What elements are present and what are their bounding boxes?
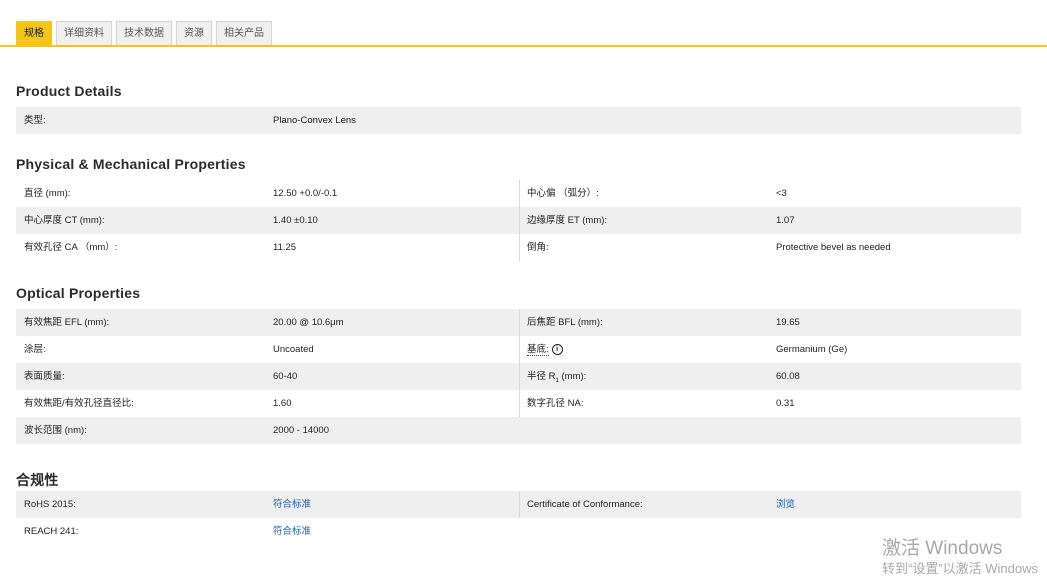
spec-label: 涂层: bbox=[24, 344, 46, 355]
table-row: 波长范围 (nm): 2000 - 14000 bbox=[16, 417, 1021, 444]
column-divider bbox=[519, 390, 520, 417]
spec-value: Plano-Convex Lens bbox=[273, 115, 356, 126]
spec-label: REACH 241: bbox=[24, 526, 79, 537]
windows-activation-watermark: 激活 Windows bbox=[882, 538, 1003, 559]
substrate-label-wrap: 基底: i bbox=[527, 336, 563, 363]
spec-label: 边缘厚度 ET (mm): bbox=[527, 215, 608, 226]
spec-label: 直径 (mm): bbox=[24, 188, 71, 199]
table-row: 中心厚度 CT (mm): 1.40 ±0.10 边缘厚度 ET (mm): 1… bbox=[16, 207, 1021, 234]
spec-label: 后焦距 BFL (mm): bbox=[527, 317, 603, 328]
spec-label: 有效焦距/有效孔径直径比: bbox=[24, 398, 134, 409]
rohs-compliant-link[interactable]: 符合标准 bbox=[273, 491, 311, 518]
column-divider bbox=[519, 234, 520, 261]
spec-value: 12.50 +0.0/-0.1 bbox=[273, 188, 338, 199]
tab-specs[interactable]: 规格 bbox=[16, 21, 52, 45]
spec-label: RoHS 2015: bbox=[24, 499, 76, 510]
tab-resources[interactable]: 资源 bbox=[176, 21, 212, 45]
table-row: 有效焦距 EFL (mm): 20.00 @ 10.6μm 后焦距 BFL (m… bbox=[16, 309, 1021, 336]
radius-label-suffix: (mm): bbox=[558, 371, 587, 382]
reach-compliant-link[interactable]: 符合标准 bbox=[273, 518, 311, 545]
table-row: 涂层: Uncoated 基底: i Germanium (Ge) bbox=[16, 336, 1021, 363]
spec-value: Protective bevel as needed bbox=[776, 242, 891, 253]
physical-properties-table: 直径 (mm): 12.50 +0.0/-0.1 中心偏 （弧分）: <3 中心… bbox=[16, 180, 1021, 261]
compliance-table: RoHS 2015: 符合标准 Certificate of Conforman… bbox=[16, 491, 1021, 545]
spec-label: 类型: bbox=[24, 115, 46, 126]
column-divider bbox=[519, 207, 520, 234]
table-row: 有效焦距/有效孔径直径比: 1.60 数字孔径 NA: 0.31 bbox=[16, 390, 1021, 417]
spec-value: 0.31 bbox=[776, 398, 795, 409]
column-divider bbox=[519, 491, 520, 518]
table-row: REACH 241: 符合标准 bbox=[16, 518, 1021, 545]
table-row: RoHS 2015: 符合标准 Certificate of Conforman… bbox=[16, 491, 1021, 518]
spec-label: 数字孔径 NA: bbox=[527, 398, 584, 409]
spec-label: 中心偏 （弧分）: bbox=[527, 188, 599, 199]
tab-bar: 规格 详细资料 技术数据 资源 相关产品 bbox=[0, 0, 1047, 47]
tab-tech-data[interactable]: 技术数据 bbox=[116, 21, 172, 45]
spec-label: 有效焦距 EFL (mm): bbox=[24, 317, 110, 328]
spec-value: Germanium (Ge) bbox=[776, 344, 848, 355]
radius-label: 半径 R1 (mm): bbox=[527, 363, 586, 390]
spec-value: 1.40 ±0.10 bbox=[273, 215, 318, 226]
spec-label: 倒角: bbox=[527, 242, 549, 253]
compliance-title: 合规性 bbox=[16, 472, 59, 488]
product-details-table: 类型: Plano-Convex Lens bbox=[16, 107, 1021, 134]
column-divider bbox=[519, 363, 520, 390]
spec-value: Uncoated bbox=[273, 344, 314, 355]
spec-label: 有效孔径 CA （mm）: bbox=[24, 242, 118, 253]
column-divider bbox=[519, 309, 520, 336]
product-details-title: Product Details bbox=[16, 83, 122, 99]
spec-value: 1.60 bbox=[273, 398, 292, 409]
tab-related-products[interactable]: 相关产品 bbox=[216, 21, 272, 45]
spec-value: 19.65 bbox=[776, 317, 800, 328]
spec-label: Certificate of Conformance: bbox=[527, 499, 643, 510]
spec-label: 基底: bbox=[527, 344, 549, 356]
spec-label: 表面质量: bbox=[24, 371, 65, 382]
column-divider bbox=[519, 180, 520, 207]
optical-properties-table: 有效焦距 EFL (mm): 20.00 @ 10.6μm 后焦距 BFL (m… bbox=[16, 309, 1021, 444]
radius-label-prefix: 半径 R bbox=[527, 371, 556, 382]
windows-activation-hint: 转到“设置”以激活 Windows bbox=[882, 561, 1039, 576]
spec-label: 波长范围 (nm): bbox=[24, 425, 87, 436]
optical-properties-title: Optical Properties bbox=[16, 285, 141, 301]
table-row: 有效孔径 CA （mm）: 11.25 倒角: Protective bevel… bbox=[16, 234, 1021, 261]
column-divider bbox=[519, 336, 520, 363]
spec-value: 60.08 bbox=[776, 371, 800, 382]
info-icon[interactable]: i bbox=[551, 343, 563, 355]
table-row: 表面质量: 60-40 半径 R1 (mm): 60.08 bbox=[16, 363, 1021, 390]
view-certificate-link[interactable]: 浏览 bbox=[776, 491, 795, 518]
spec-value: <3 bbox=[776, 188, 787, 199]
physical-properties-title: Physical & Mechanical Properties bbox=[16, 156, 246, 172]
spec-value: 60-40 bbox=[273, 371, 298, 382]
table-row: 类型: Plano-Convex Lens bbox=[16, 107, 1021, 134]
spec-label: 中心厚度 CT (mm): bbox=[24, 215, 105, 226]
spec-value: 2000 - 14000 bbox=[273, 425, 329, 436]
spec-value: 1.07 bbox=[776, 215, 795, 226]
spec-value: 11.25 bbox=[273, 242, 297, 253]
table-row: 直径 (mm): 12.50 +0.0/-0.1 中心偏 （弧分）: <3 bbox=[16, 180, 1021, 207]
spec-value: 20.00 @ 10.6μm bbox=[273, 317, 344, 328]
tab-details[interactable]: 详细资料 bbox=[56, 21, 112, 45]
